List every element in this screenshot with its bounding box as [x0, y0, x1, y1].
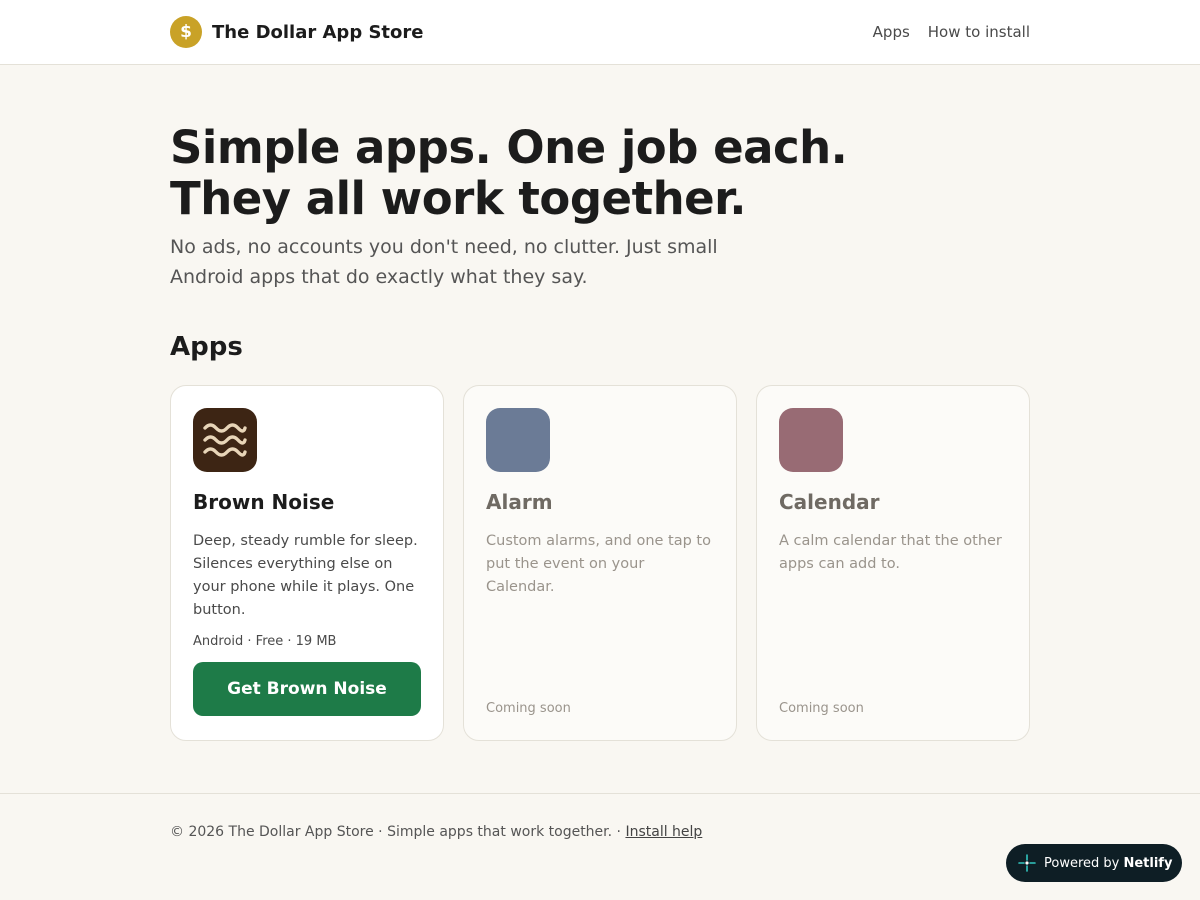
main-nav: Apps How to install — [873, 23, 1030, 41]
brand-name: The Dollar App Store — [212, 21, 424, 43]
alarm-app-icon — [486, 408, 550, 472]
wave-icon — [193, 408, 257, 472]
wave-icon-graphic — [203, 423, 247, 457]
hero-title-line-1: Simple apps. One job each. — [170, 121, 848, 174]
header-inner: $ The Dollar App Store Apps How to insta… — [170, 0, 1030, 64]
nav-link-apps[interactable]: Apps — [873, 23, 910, 41]
app-card-calendar: Calendar A calm calendar that the other … — [756, 385, 1030, 741]
coming-soon-label: Coming soon — [779, 701, 864, 716]
install-help-link[interactable]: Install help — [625, 824, 702, 840]
app-card-description: Custom alarms, and one tap to put the ev… — [486, 533, 711, 595]
app-card-title: Alarm — [486, 490, 553, 514]
footer-text: © 2026 The Dollar App Store · Simple app… — [170, 824, 626, 840]
dollar-logo-icon: $ — [170, 16, 202, 48]
app-card-brown-noise: Brown Noise Deep, steady rumble for slee… — [170, 385, 444, 741]
footer-inner: © 2026 The Dollar App Store · Simple app… — [170, 794, 1030, 840]
app-card-meta: Android · Free · 19 MB — [193, 634, 337, 649]
apps-heading: Apps — [170, 332, 243, 362]
app-card-title: Calendar — [779, 490, 880, 514]
site-footer: © 2026 The Dollar App Store · Simple app… — [0, 793, 1200, 840]
main-content: Simple apps. One job each. They all work… — [170, 122, 1030, 741]
hero-title-line-2: They all work together. — [170, 172, 747, 225]
calendar-app-icon — [779, 408, 843, 472]
get-brown-noise-button[interactable]: Get Brown Noise — [193, 662, 421, 716]
app-card-alarm: Alarm Custom alarms, and one tap to put … — [463, 385, 737, 741]
coming-soon-label: Coming soon — [486, 701, 571, 716]
hero-title: Simple apps. One job each. They all work… — [170, 122, 1030, 224]
badge-brand: Netlify — [1123, 855, 1173, 871]
brand[interactable]: $ The Dollar App Store — [170, 16, 424, 48]
nav-link-how-to-install[interactable]: How to install — [928, 23, 1030, 41]
hero-subtitle: No ads, no accounts you don't need, no c… — [170, 236, 718, 288]
netlify-badge[interactable]: Powered by Netlify — [1006, 844, 1182, 882]
app-card-description: Deep, steady rumble for sleep. Silences … — [193, 533, 418, 618]
netlify-icon — [1018, 854, 1036, 872]
app-card-description: A calm calendar that the other apps can … — [779, 533, 1002, 572]
app-card-title: Brown Noise — [193, 490, 335, 514]
badge-prefix: Powered by — [1044, 855, 1124, 871]
app-cards: Brown Noise Deep, steady rumble for slee… — [170, 385, 1030, 741]
site-header: $ The Dollar App Store Apps How to insta… — [0, 0, 1200, 65]
netlify-badge-text: Powered by Netlify — [1044, 856, 1172, 871]
